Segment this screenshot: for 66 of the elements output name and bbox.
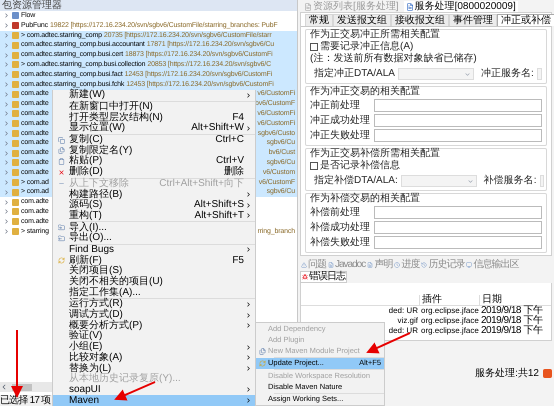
table-cell-text: org.eclipse.jface bbox=[420, 316, 479, 326]
menu-item-label: 指定工作集(A)... bbox=[69, 288, 141, 298]
group-title: 作为冲正交易的相关配置 bbox=[310, 87, 421, 97]
shortcut-label: 删除 bbox=[224, 167, 244, 178]
field-label: 指定冲正DTA/ALA bbox=[314, 69, 395, 79]
menu-item-label: 新建(W) bbox=[69, 90, 106, 100]
field-label: 冲正失败处理 bbox=[310, 130, 371, 140]
menu-item-label: 在新窗口中打开(N) bbox=[69, 102, 153, 112]
table-cell-text: org.eclipse.jface bbox=[420, 306, 479, 316]
menu-item-label: 比较对象(A) bbox=[69, 352, 122, 363]
table-cell-text: 2019/9/18 下午 bbox=[480, 326, 542, 336]
menu-item-label: 替换为(L) bbox=[69, 364, 112, 374]
table-cell: ded: UR bbox=[388, 306, 418, 316]
menu-item-label: 导出(O)... bbox=[69, 233, 112, 244]
shortcut-label: Ctrl+C bbox=[215, 135, 244, 146]
menu-item-label: 构建路径(B) bbox=[69, 190, 122, 200]
table-cell-text: 2019/9/18 下午 bbox=[480, 316, 542, 326]
field-label: 补偿成功处理 bbox=[310, 222, 371, 232]
group-title: 作为补偿交易的相关配置 bbox=[310, 194, 421, 204]
shortcut-label: Alt+Shift+S bbox=[194, 200, 244, 210]
field-label: 指定补偿DTA/ALA: bbox=[314, 176, 398, 186]
menu-item-label: 删除(D) bbox=[69, 167, 103, 178]
menu-item-label: Maven bbox=[69, 396, 100, 406]
menu-item-label: 复制(C) bbox=[69, 135, 103, 146]
table-cell: viz.gif bbox=[398, 316, 418, 326]
menu-item-label: 重构(T) bbox=[69, 210, 102, 221]
menu-item-label: 小组(E) bbox=[69, 342, 102, 352]
menu-item-label: 源码(S) bbox=[69, 200, 102, 210]
shortcut-label: Alt+Shift+T bbox=[194, 210, 244, 221]
shortcut-label: F5 bbox=[232, 256, 244, 266]
menu-item-label: soapUI bbox=[69, 384, 101, 395]
menu-item-label: 打开类型层次结构(N) bbox=[69, 112, 163, 123]
menu-item-label: 从本地历史记录复原(Y)... bbox=[69, 374, 181, 384]
shortcut-label: F4 bbox=[232, 112, 244, 123]
menu-item-label: 调试方式(D) bbox=[69, 310, 123, 320]
menu-item-label: 显示位置(W) bbox=[69, 123, 126, 134]
table-cell: ded: UR bbox=[388, 326, 418, 336]
shortcut-label: Alt+Shift+W bbox=[191, 123, 244, 134]
menu-item-label: 从上下文移除 bbox=[69, 178, 129, 189]
menu-item-label: 粘贴(P) bbox=[69, 156, 102, 166]
status-text: 服务处理:共12 bbox=[475, 368, 539, 378]
menu-item-label: Find Bugs bbox=[69, 244, 114, 255]
menu-item-label: 概要分析方式(P) bbox=[69, 320, 142, 331]
field-label: 补偿前处理 bbox=[310, 208, 361, 218]
menu-item-label: 验证(V) bbox=[69, 331, 102, 342]
menu-item-label: 复制限定名(Y) bbox=[69, 146, 132, 156]
shortcut-label: Ctrl+Alt+Shift+向下 bbox=[159, 178, 244, 189]
status-text: 已选择 17 项 bbox=[0, 396, 50, 406]
field-label: 冲正成功处理 bbox=[310, 116, 371, 126]
menu-item-label: 导入(I)... bbox=[69, 222, 107, 233]
checkbox-label: 是否记录补偿信息 bbox=[320, 161, 400, 171]
field-label: 冲正服务名: bbox=[480, 69, 534, 79]
menu-item-label: 关闭不相关的项目(U) bbox=[69, 277, 163, 288]
group-title: 作为正交易冲正所需相关配置 bbox=[310, 30, 441, 40]
table-cell-text: org.eclipse.jface bbox=[420, 326, 479, 336]
field-label: 补偿失败处理 bbox=[310, 238, 371, 248]
field-label: 冲正前处理 bbox=[310, 100, 361, 110]
group-title: 作为正交易补偿所需相关配置 bbox=[310, 149, 441, 159]
shortcut-label: Ctrl+V bbox=[216, 156, 244, 166]
table-cell-text: 2019/9/18 下午 bbox=[480, 306, 542, 316]
field-label: 补偿服务名: bbox=[484, 176, 536, 186]
note-text: (注：发送前所有数据对象缺省已储存) bbox=[310, 54, 478, 64]
menu-item-label: 刷新(F) bbox=[69, 256, 102, 266]
menu-item-label: 运行方式(R) bbox=[69, 299, 123, 310]
checkbox-label: 需要记录冲正信息(A) bbox=[320, 42, 414, 52]
menu-item-label: 关闭项目(S) bbox=[69, 266, 122, 276]
